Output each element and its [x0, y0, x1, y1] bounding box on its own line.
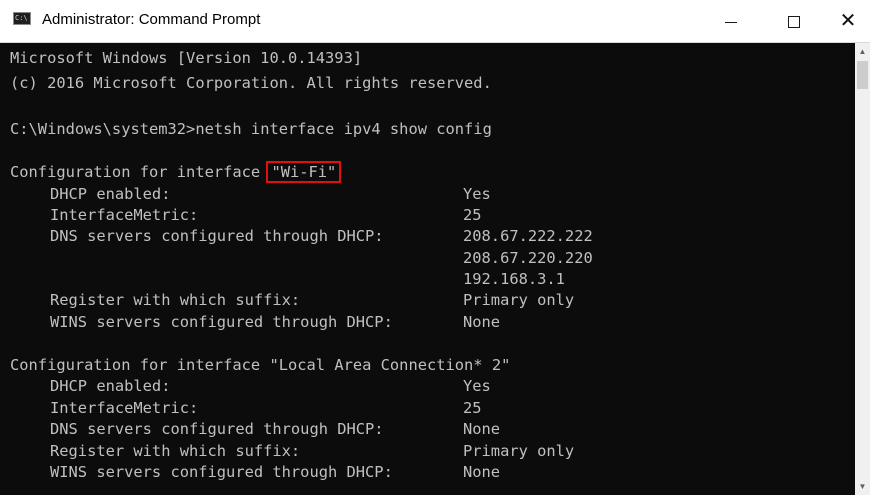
cmd-console-icon: C:\ [13, 12, 31, 25]
config-value: 192.168.3.1 [463, 270, 565, 288]
config-label: Register with which suffix: [50, 291, 301, 309]
command-text: netsh interface ipv4 show config [195, 120, 492, 138]
config-label: DHCP enabled: [50, 185, 171, 203]
config-value: 25 [463, 206, 482, 224]
command-prompt-window: C:\ Administrator: Command Prompt ✕ Micr… [0, 0, 870, 495]
config-value: Yes [463, 185, 491, 203]
prompt-text: C:\Windows\system32> [10, 120, 196, 138]
config-label: WINS servers configured through DHCP: [50, 463, 393, 481]
interface-heading-prefix: Configuration for interface [10, 356, 270, 374]
interface-heading: Configuration for interface "Local Area … [10, 354, 510, 376]
config-label: InterfaceMetric: [50, 206, 199, 224]
config-value: 208.67.220.220 [463, 249, 593, 267]
config-label: WINS servers configured through DHCP: [50, 313, 393, 331]
config-value: Primary only [463, 291, 575, 309]
config-value: None [463, 463, 501, 481]
config-value: 25 [463, 399, 482, 417]
copyright-text: (c) 2016 Microsoft Corporation. All righ… [10, 74, 492, 92]
config-value: 208.67.222.222 [463, 227, 593, 245]
interface-heading-prefix: Configuration for interface [10, 163, 270, 181]
interface-heading: Configuration for interface "Wi-Fi" [10, 161, 342, 183]
close-button[interactable]: ✕ [825, 0, 870, 42]
scroll-down-arrow-icon[interactable]: ▼ [855, 478, 870, 495]
config-label: DNS servers configured through DHCP: [50, 420, 384, 438]
config-value: None [463, 420, 501, 438]
version-text: Microsoft Windows [Version 10.0.14393] [10, 49, 363, 67]
title-bar[interactable]: C:\ Administrator: Command Prompt ✕ [0, 0, 870, 43]
config-label: InterfaceMetric: [50, 399, 199, 417]
maximize-button[interactable] [771, 0, 817, 42]
vertical-scrollbar[interactable]: ▲ ▼ [855, 43, 870, 495]
config-value: None [463, 313, 501, 331]
maximize-icon [788, 16, 800, 29]
console-output[interactable]: Microsoft Windows [Version 10.0.14393] (… [0, 43, 855, 495]
interface-name: "Local Area Connection* 2" [269, 356, 511, 374]
scroll-up-arrow-icon[interactable]: ▲ [855, 43, 870, 60]
scroll-thumb[interactable] [857, 61, 868, 89]
minimize-button[interactable] [708, 0, 754, 42]
command-line: C:\Windows\system32>netsh interface ipv4… [10, 118, 492, 140]
highlighted-interface-name: "Wi-Fi" [266, 161, 342, 183]
config-label: DNS servers configured through DHCP: [50, 227, 384, 245]
window-title: Administrator: Command Prompt [42, 11, 261, 28]
minimize-icon [725, 21, 737, 23]
close-icon: ✕ [839, 10, 857, 32]
config-value: Yes [463, 377, 491, 395]
config-label: Register with which suffix: [50, 442, 301, 460]
config-label: DHCP enabled: [50, 377, 171, 395]
config-value: Primary only [463, 442, 575, 460]
